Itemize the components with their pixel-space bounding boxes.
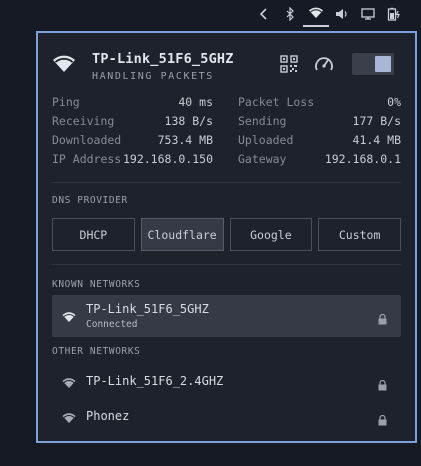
stat-value: 753.4 MB [157, 133, 213, 147]
toggle-knob [375, 56, 391, 72]
speedometer-icon[interactable] [314, 55, 336, 75]
monitor-icon[interactable] [355, 1, 381, 27]
dns-dhcp-button[interactable]: DHCP [52, 218, 135, 251]
connection-stats: Ping 40 ms Packet Loss 0% Receiving 138 … [52, 95, 401, 171]
stat-label: Packet Loss [238, 95, 315, 109]
system-tray [0, 0, 421, 27]
battery-icon[interactable] [381, 1, 407, 27]
stat-label: Uploaded [238, 133, 294, 147]
wifi-icon [62, 374, 76, 393]
lock-icon [378, 310, 387, 329]
qr-code-icon[interactable] [280, 55, 300, 75]
other-networks-label: OTHER NETWORKS [52, 346, 141, 357]
network-name: TP-Link_51F6_5GHZ [86, 302, 209, 316]
connection-status: HANDLING PACKETS [92, 71, 214, 82]
known-networks-label: KNOWN NETWORKS [52, 279, 141, 290]
stat-value: 40 ms [178, 95, 213, 109]
chevron-left-icon[interactable] [251, 1, 277, 27]
stat-value: 138 B/s [164, 114, 213, 128]
stat-row: IP Address 192.168.0.150 Gateway 192.168… [52, 152, 401, 171]
wifi-icon [62, 409, 76, 428]
volume-icon[interactable] [329, 1, 355, 27]
dns-section-label: DNS PROVIDER [52, 195, 128, 206]
dns-cloudflare-button[interactable]: Cloudflare [140, 218, 224, 251]
stat-row: Receiving 138 B/s Sending 177 B/s [52, 114, 401, 133]
dns-custom-button[interactable]: Custom [318, 218, 401, 251]
network-panel: TP-Link_51F6_5GHZ HANDLING PACKETS Ping … [36, 31, 417, 443]
other-network-item[interactable]: Phonez [52, 396, 401, 438]
network-status: Connected [86, 319, 138, 330]
stat-label: Sending [238, 114, 287, 128]
known-network-item[interactable]: TP-Link_51F6_5GHZ Connected [52, 295, 401, 337]
stat-label: Downloaded [52, 133, 122, 147]
wifi-icon [62, 308, 76, 327]
stat-value: 0% [387, 95, 401, 109]
stat-value: 177 B/s [352, 114, 401, 128]
bluetooth-icon[interactable] [277, 1, 303, 27]
connection-header: TP-Link_51F6_5GHZ HANDLING PACKETS [52, 49, 401, 85]
wifi-signal-icon [52, 55, 76, 77]
stat-value: 192.168.0.150 [122, 152, 213, 166]
stat-value: 192.168.0.1 [324, 152, 401, 166]
network-name: Phonez [86, 409, 130, 423]
stat-label: IP Address [52, 152, 122, 166]
wifi-toggle[interactable] [352, 53, 394, 75]
stat-label: Receiving [52, 114, 115, 128]
divider [52, 264, 401, 265]
connected-ssid: TP-Link_51F6_5GHZ [92, 51, 234, 67]
wifi-icon[interactable] [303, 1, 329, 27]
lock-icon [378, 411, 387, 430]
stat-label: Gateway [238, 152, 287, 166]
network-name: TP-Link_51F6_2.4GHZ [86, 374, 224, 388]
stat-row: Downloaded 753.4 MB Uploaded 41.4 MB [52, 133, 401, 152]
lock-icon [378, 376, 387, 395]
stat-row: Ping 40 ms Packet Loss 0% [52, 95, 401, 114]
stat-label: Ping [52, 95, 80, 109]
stat-value: 41.4 MB [352, 133, 401, 147]
dns-google-button[interactable]: Google [229, 218, 313, 251]
divider [52, 182, 401, 183]
dns-provider-group: DHCP Cloudflare Google Custom [52, 218, 401, 251]
